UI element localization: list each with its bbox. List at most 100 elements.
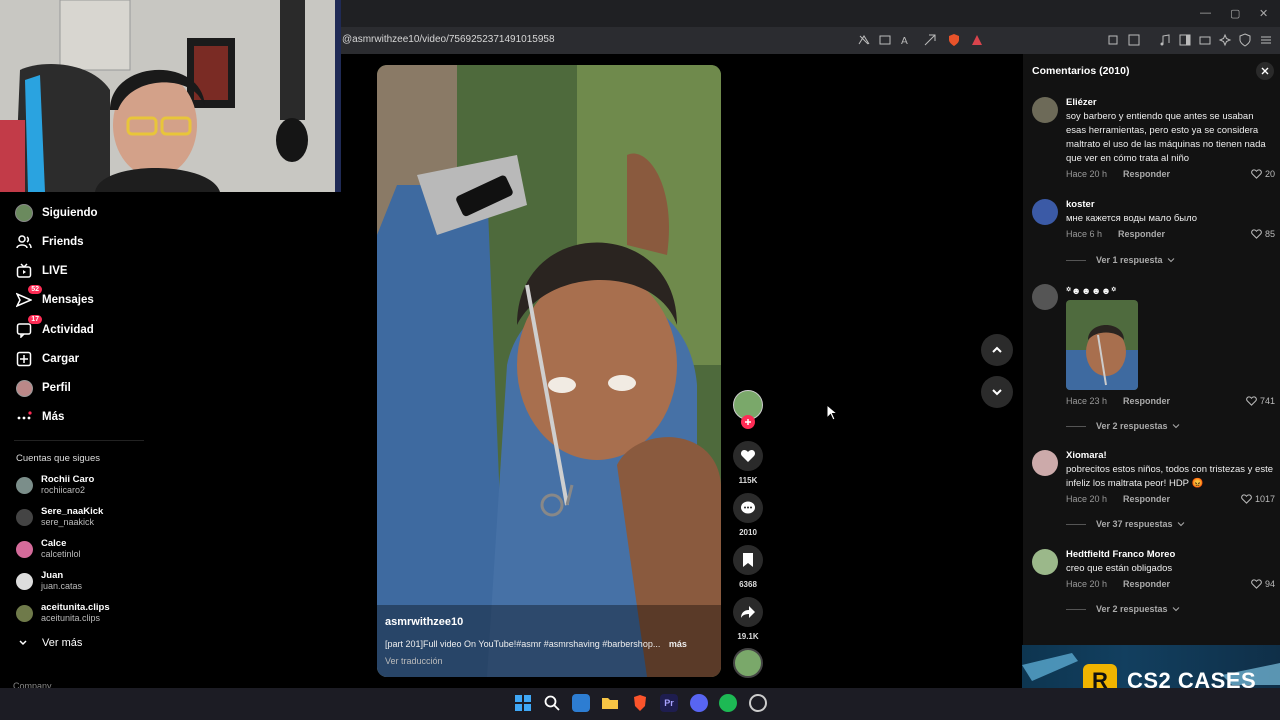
messages-badge: 52 [28,285,42,294]
wallet-icon[interactable] [1198,33,1212,47]
comment-user[interactable]: koster [1066,199,1095,210]
close-window-icon[interactable]: ✕ [1259,7,1268,20]
avatar [16,572,33,590]
video-author[interactable]: asmrwithzee10 [385,616,463,628]
media-control-icon[interactable] [1158,33,1172,47]
menu-icon[interactable] [1259,33,1273,47]
brave-shield-icon[interactable] [947,33,961,47]
comment-user[interactable]: Eliézer [1066,97,1097,108]
next-video-button[interactable] [981,376,1013,408]
file-explorer-icon[interactable] [601,694,619,712]
leo-ai-icon[interactable] [1218,33,1232,47]
video-player[interactable] [377,65,721,677]
view-replies-button[interactable]: Ver 1 respuesta [1066,255,1175,265]
comment-like[interactable]: 1017 [1241,494,1275,504]
activity-badge: 17 [28,315,42,324]
reply-button[interactable]: Responder [1123,396,1170,406]
comment-like-count: 85 [1264,229,1275,239]
nav-activity-label: Actividad [42,324,94,336]
cast-icon[interactable] [878,33,892,47]
reply-button[interactable]: Responder [1123,169,1170,179]
share-button[interactable] [733,597,763,627]
avatar[interactable] [1032,549,1058,575]
comment-button[interactable] [733,493,763,523]
view-replies-button[interactable]: Ver 37 respuestas [1066,519,1185,529]
chevron-down-icon [1177,522,1184,527]
comment-like[interactable]: 20 [1251,169,1275,179]
minimize-icon[interactable]: — [1200,7,1211,19]
search-icon[interactable] [543,694,561,712]
brave-rewards-icon[interactable] [970,33,984,47]
nav-following[interactable]: Siguiendo [14,201,98,225]
reply-button[interactable]: Responder [1123,579,1170,589]
friends-icon [14,232,34,252]
nav-friends-label: Friends [42,236,84,248]
see-more-accounts[interactable]: Ver más [18,637,82,649]
followed-account[interactable]: Rochii Caro rochiicaro2 [16,472,94,498]
brave-browser-icon[interactable] [631,694,649,712]
extensions-icon[interactable] [1106,33,1120,47]
more-link[interactable]: más [669,639,687,649]
avatar[interactable] [1032,97,1058,123]
followed-account[interactable]: Calce calcetinlol [16,536,81,562]
reply-button[interactable]: Responder [1118,229,1165,239]
spotify-icon[interactable] [719,694,737,712]
save-button[interactable] [733,545,763,575]
tab-search-icon[interactable] [1127,33,1141,47]
follow-plus-icon[interactable] [741,415,755,429]
followed-account[interactable]: Sere_naaKick sere_naakick [16,504,103,530]
nav-profile[interactable]: Perfil [14,376,71,400]
like-button[interactable] [733,441,763,471]
avatar[interactable] [1032,450,1058,476]
comment-user[interactable]: ꙳☻☻☻☻꙳ [1066,284,1116,297]
comment-like[interactable]: 94 [1251,579,1275,589]
view-replies-button[interactable]: Ver 2 respuestas [1066,604,1180,614]
view-replies-button[interactable]: Ver 2 respuestas [1066,421,1180,431]
account-handle: sere_naakick [41,517,95,527]
nav-upload[interactable]: Cargar [14,347,79,371]
chevron-down-icon [19,640,27,646]
translate-link[interactable]: Ver traducción [385,656,443,666]
music-disc[interactable] [733,648,763,678]
photos-icon[interactable] [572,694,590,712]
maximize-icon[interactable]: ▢ [1230,7,1240,20]
vpn-shield-icon[interactable] [1238,33,1252,47]
comment-like[interactable]: 85 [1251,229,1275,239]
no-tracking-icon[interactable] [857,33,871,47]
nav-live-label: LIVE [42,265,68,277]
comment-user[interactable]: Xiomara! [1066,450,1107,461]
nav-live[interactable]: LIVE [14,259,68,283]
followed-account[interactable]: aceitunita.clips aceitunita.clips [16,600,110,626]
followed-account[interactable]: Juan juan.catas [16,568,82,594]
comment-meta: Hace 20 h Responder [1066,579,1170,589]
sidebar-toggle-icon[interactable] [1178,33,1192,47]
nav-friends[interactable]: Friends [14,230,84,254]
nav-messages[interactable]: 52 Mensajes [14,285,94,312]
share-page-icon[interactable] [923,33,937,47]
comment-item: ꙳☻☻☻☻꙳ Hace 23 h Responder 741 Ver 2 resp… [1032,284,1277,434]
comment-time: Hace 23 h [1066,396,1108,406]
translate-icon[interactable]: A [900,33,914,47]
comment-like[interactable]: 741 [1246,396,1275,406]
avatar[interactable] [1032,284,1058,310]
video-frame-image [377,65,721,677]
close-icon [1261,67,1269,75]
chevron-down-icon [1167,258,1174,263]
close-comments-button[interactable] [1256,62,1274,80]
comment-image[interactable] [1066,300,1138,390]
more-icon [14,407,34,427]
reply-button[interactable]: Responder [1123,494,1170,504]
previous-video-button[interactable] [981,334,1013,366]
url-text[interactable]: @asmrwithzee10/video/7569252371491015958 [342,34,555,45]
nav-more[interactable]: Más [14,405,64,429]
windows-start-icon[interactable] [514,694,532,712]
avatar[interactable] [1032,199,1058,225]
obs-icon[interactable] [749,694,767,712]
discord-icon[interactable] [690,694,708,712]
comment-user[interactable]: Hedtfieltd Franco Moreo [1066,549,1175,560]
account-name: Calce [41,538,67,549]
nav-activity[interactable]: 17 Actividad [14,315,94,342]
account-name: aceitunita.clips [41,602,110,613]
premiere-icon[interactable]: Pr [660,694,678,712]
nav-divider [14,440,144,441]
